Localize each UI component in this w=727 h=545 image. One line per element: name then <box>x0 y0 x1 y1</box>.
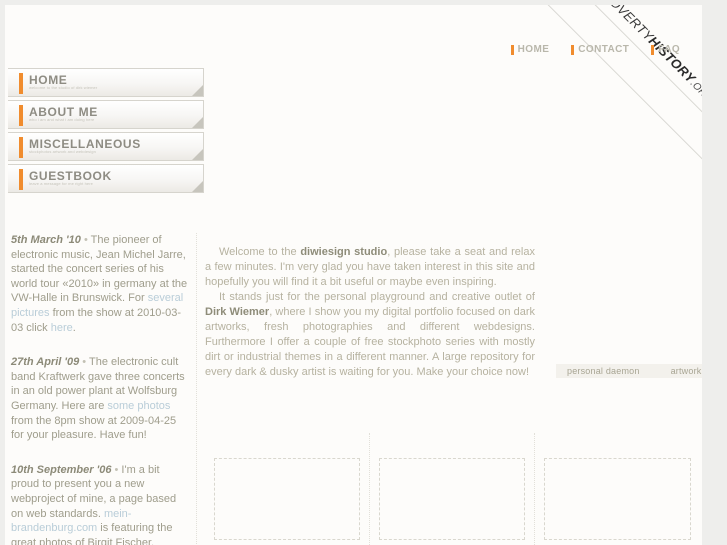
accent-bar-icon <box>19 105 23 126</box>
feature-box: Maybe you should risk a look at <box>205 433 370 545</box>
thumbnail-placeholder[interactable] <box>379 458 525 540</box>
accent-bar-icon <box>19 137 23 158</box>
accent-bar-icon <box>19 169 23 190</box>
sidebar-item-title: MISCELLANEOUS <box>29 137 141 151</box>
bullet-icon <box>651 44 655 55</box>
studio-name: diwiesign studio <box>300 246 388 258</box>
corner-fold-icon <box>192 181 203 192</box>
sidebar-item-subtitle: stockphotos artwork and webdesign <box>29 150 96 154</box>
sidebar-item-subtitle: welcome to the studio of dirk wiemer <box>29 86 98 90</box>
topnav-item-home[interactable]: HOME <box>510 44 550 55</box>
corner-fold-icon <box>192 117 203 128</box>
news-date: 5th March '10 <box>11 234 81 246</box>
author-name: Dirk Wiemer <box>205 306 270 318</box>
topnav-item-contact[interactable]: CONTACT <box>571 44 629 55</box>
thumbnail-placeholder[interactable] <box>544 458 691 540</box>
make-poverty-history-ribbon: MAKEPOVERTYHISTORY.ORG <box>542 5 702 165</box>
corner-fold-icon <box>192 85 203 96</box>
feature-box: This is probably an adequate <box>370 433 535 545</box>
topnav-item-faq[interactable]: FAQ <box>651 44 680 55</box>
sidebar-item-title: HOME <box>29 73 68 87</box>
feature-boxes: Maybe you should risk a look at This is … <box>205 433 702 545</box>
thumbnail-placeholder[interactable] <box>214 458 360 540</box>
topnav-label: FAQ <box>658 44 680 55</box>
tab-artwork[interactable]: artwork <box>671 366 702 376</box>
page-canvas: MAKEPOVERTYHISTORY.ORG HOME CONTACT FAQ … <box>5 5 702 545</box>
feature-box: Collecting inspirational and use- <box>535 433 700 545</box>
intro-paragraph-1: Welcome to the diwiesign studio, please … <box>205 245 535 290</box>
ribbon-text: MAKEPOVERTYHISTORY.ORG <box>550 5 702 128</box>
intro-text: It stands just for the personal playgrou… <box>219 291 535 303</box>
corner-fold-icon <box>192 149 203 160</box>
ribbon-line-top <box>542 5 702 165</box>
ribbon-history: HISTORY <box>645 33 699 86</box>
tab-personal-daemon[interactable]: personal daemon <box>567 366 640 376</box>
accent-bar-icon <box>19 73 23 94</box>
news-text: . <box>72 321 76 334</box>
news-link[interactable]: some photos <box>107 400 170 412</box>
sidebar-item-miscellaneous[interactable]: MISCELLANEOUS stockphotos artwork and we… <box>8 132 204 161</box>
topnav-label: HOME <box>517 44 550 55</box>
tab-strip: personal daemon artwork <box>556 364 702 378</box>
news-date: 27th April '09 <box>11 356 80 369</box>
sidebar-item-about-me[interactable]: ABOUT ME who i am and what i am doing he… <box>8 100 204 129</box>
sidebar-item-guestbook[interactable]: GUESTBOOK leave a message for me right h… <box>8 164 204 193</box>
news-column: 5th March '10 • The pioneer of electroni… <box>11 233 197 545</box>
sidebar-item-subtitle: who i am and what i am doing here <box>29 118 95 122</box>
bullet-icon <box>571 44 575 55</box>
ribbon-line-bottom <box>589 5 702 165</box>
intro-paragraph-2: It stands just for the personal playgrou… <box>205 290 535 380</box>
bullet-icon <box>510 44 514 55</box>
news-link[interactable]: here <box>51 322 73 334</box>
sidebar-item-title: ABOUT ME <box>29 105 98 119</box>
ribbon-poverty: POVERTY <box>600 5 657 44</box>
top-navigation: HOME CONTACT FAQ <box>510 44 680 55</box>
ribbon-org: .ORG <box>687 78 702 105</box>
news-text: from the 8pm show at 2009-04-25 for your… <box>11 414 177 442</box>
news-entry: 10th September '06 • I'm a bit proud to … <box>11 463 190 545</box>
sidebar-menu: HOME welcome to the studio of dirk wieme… <box>8 68 204 196</box>
news-entry: 5th March '10 • The pioneer of electroni… <box>11 233 190 335</box>
news-entry: 27th April '09 • The electronic cult ban… <box>11 355 190 443</box>
topnav-label: CONTACT <box>578 44 630 55</box>
sidebar-item-subtitle: leave a message for me right here <box>29 182 93 186</box>
news-date: 10th September '06 <box>11 463 112 476</box>
intro-text: Welcome to the <box>219 246 301 258</box>
intro-column: Welcome to the diwiesign studio, please … <box>205 245 535 380</box>
sidebar-item-title: GUESTBOOK <box>29 169 112 183</box>
sidebar-item-home[interactable]: HOME welcome to the studio of dirk wieme… <box>8 68 204 97</box>
